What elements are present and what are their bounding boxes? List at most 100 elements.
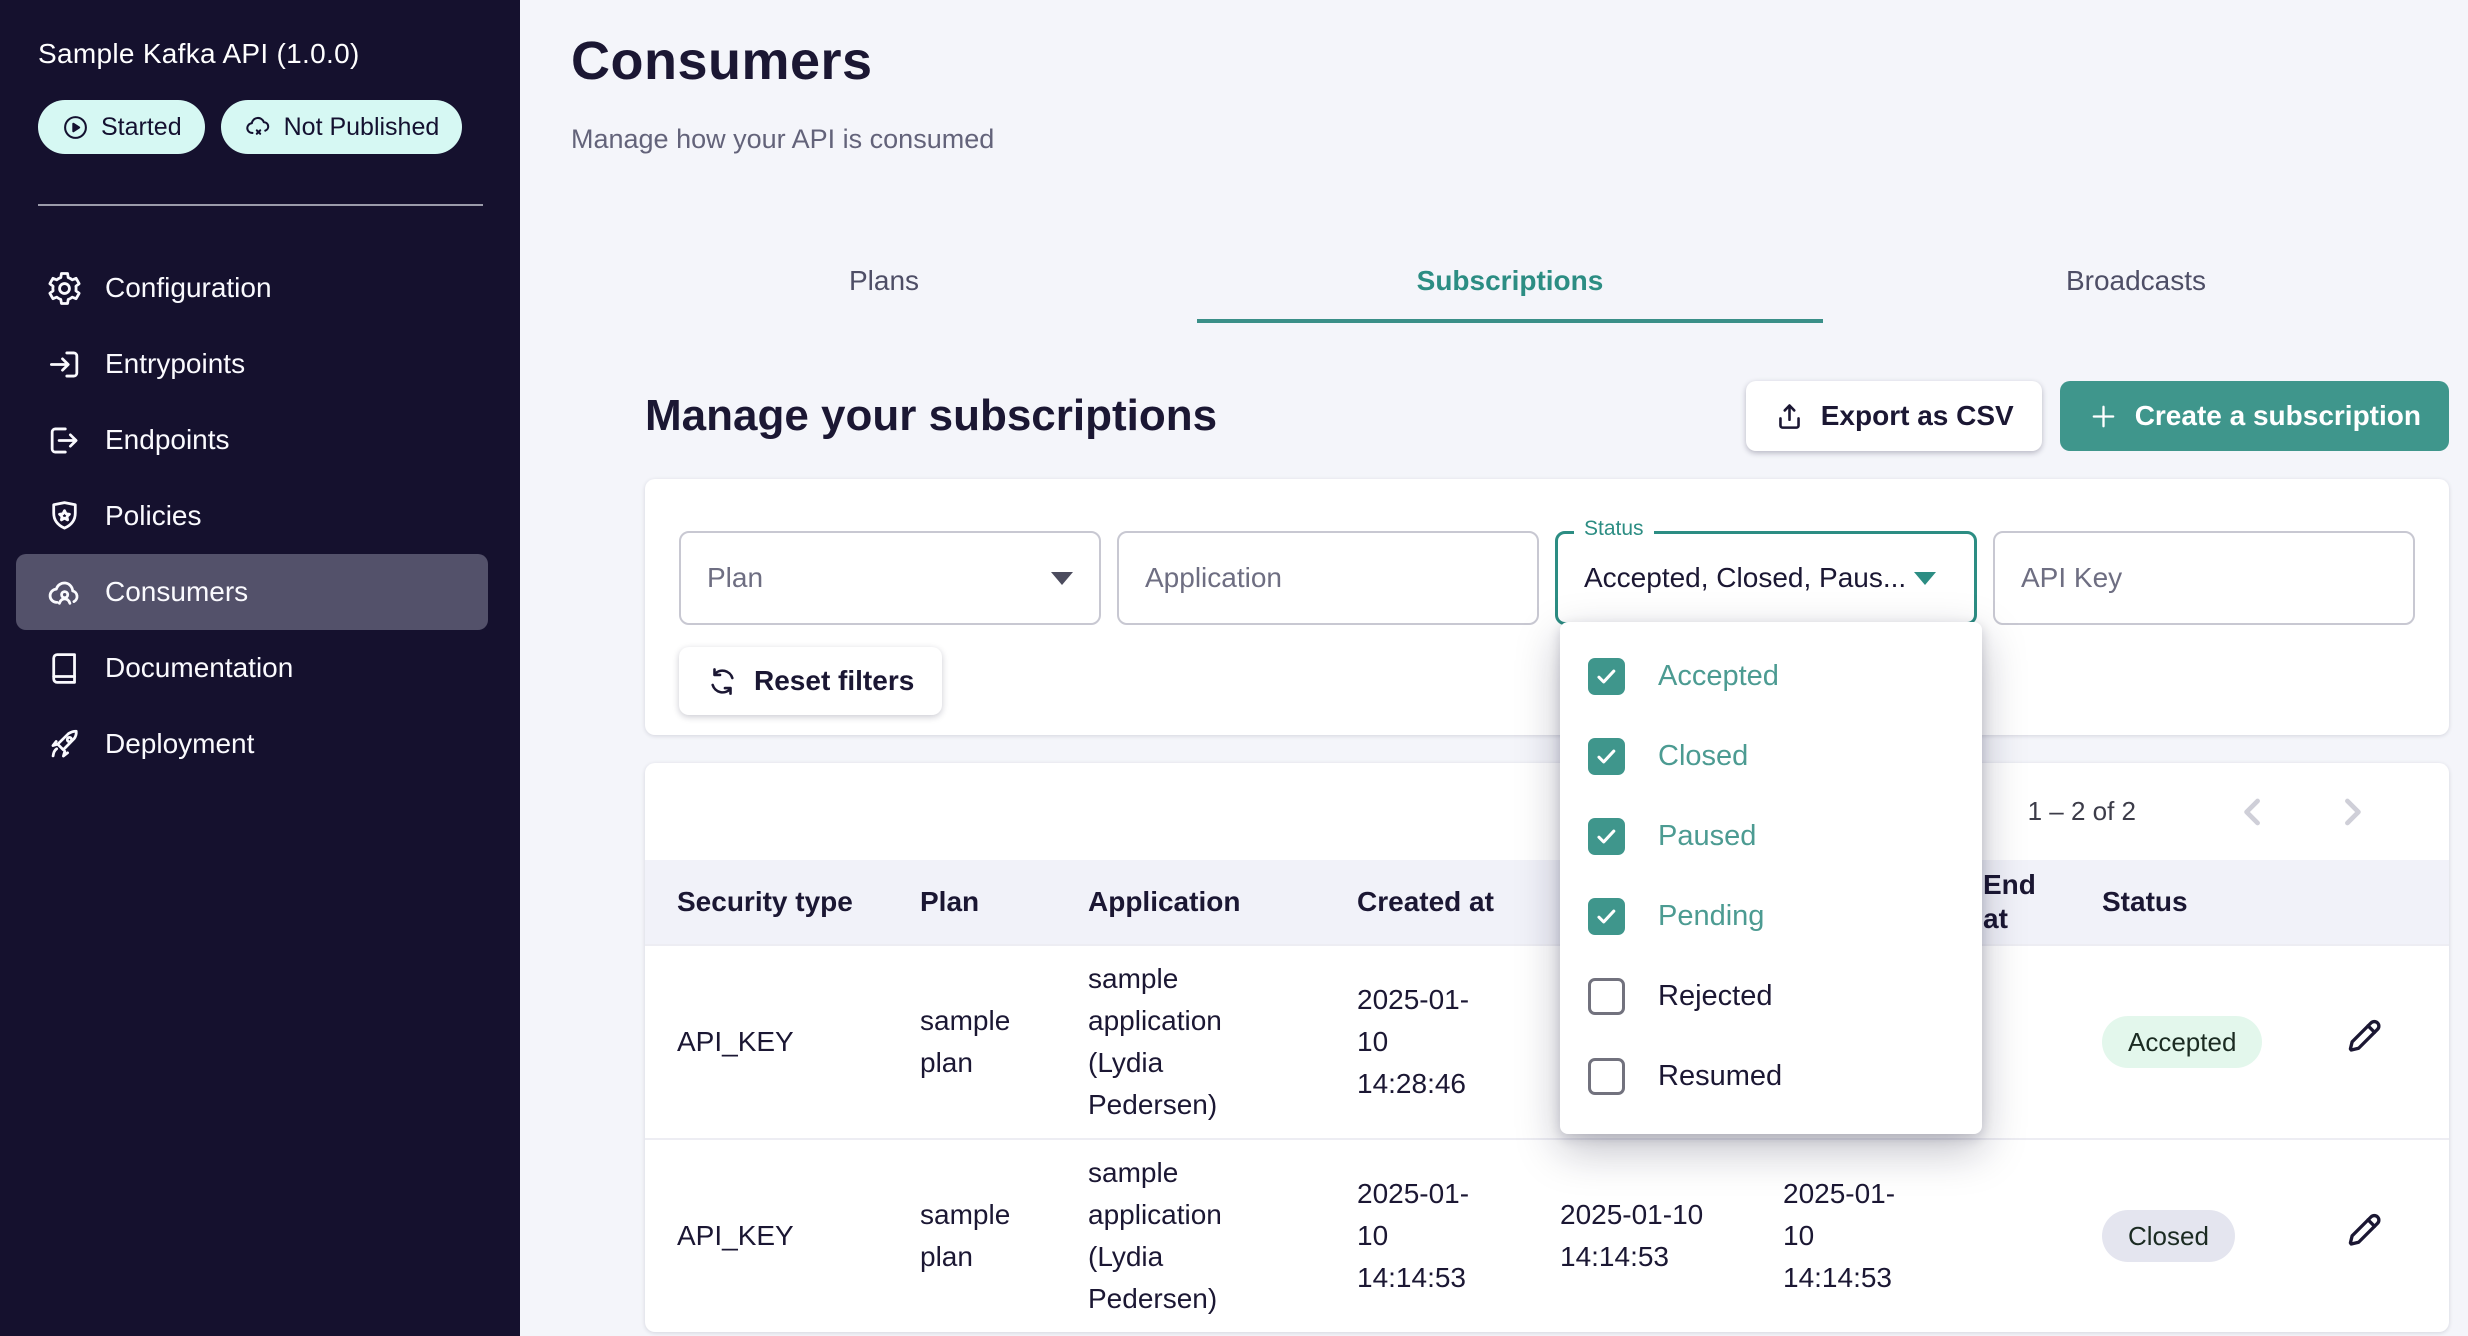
cell-status: Accepted <box>2070 945 2310 1139</box>
checkbox-checked-icon[interactable] <box>1588 898 1625 935</box>
tab-label: Plans <box>849 265 919 296</box>
application-filter-input[interactable] <box>1145 562 1511 594</box>
upload-icon <box>1774 401 1805 432</box>
status-option-rejected[interactable]: Rejected <box>1560 956 1982 1036</box>
status-option-label: Resumed <box>1658 1060 1782 1093</box>
api-title: Sample Kafka API (1.0.0) <box>0 38 520 70</box>
sidebar-item-policies[interactable]: Policies <box>16 478 488 554</box>
sidebar-item-label: Configuration <box>105 272 272 304</box>
not-published-badge: Not Published <box>221 100 463 154</box>
reset-filters-button[interactable]: Reset filters <box>679 647 942 715</box>
api-key-filter-field <box>1993 531 2415 625</box>
sidebar-item-configuration[interactable]: Configuration <box>16 250 488 326</box>
chevron-left-icon <box>2231 790 2275 834</box>
pagination-range: 1 – 2 of 2 <box>2028 796 2136 827</box>
table-row: API_KEYsample plansample application (Ly… <box>645 945 2449 1139</box>
sidebar-item-consumers[interactable]: Consumers <box>16 554 488 630</box>
cell-plan: sample plan <box>888 945 1056 1139</box>
plan-filter-select[interactable]: Plan <box>679 531 1101 625</box>
status-option-paused[interactable]: Paused <box>1560 796 1982 876</box>
status-option-label: Accepted <box>1658 660 1779 693</box>
status-filter-value: Accepted, Closed, Paus... <box>1584 562 1906 594</box>
rocket-icon <box>46 726 83 763</box>
export-csv-button[interactable]: Export as CSV <box>1746 381 2042 451</box>
chevron-down-icon <box>1914 572 1936 585</box>
create-subscription-label: Create a subscription <box>2135 400 2421 432</box>
status-badge: Accepted <box>2102 1016 2262 1068</box>
subscriptions-section: Manage your subscriptions Export as CSV … <box>571 381 2449 1332</box>
status-option-label: Pending <box>1658 900 1764 933</box>
sidebar-item-label: Consumers <box>105 576 248 608</box>
tab-plans[interactable]: Plans <box>571 265 1197 323</box>
status-option-resumed[interactable]: Resumed <box>1560 1036 1982 1116</box>
not-published-badge-label: Not Published <box>284 113 440 142</box>
subscriptions-table-card: 1 – 2 of 2 Security t <box>645 763 2449 1332</box>
reset-filters-label: Reset filters <box>754 665 914 697</box>
tab-broadcasts[interactable]: Broadcasts <box>1823 265 2449 323</box>
status-option-accepted[interactable]: Accepted <box>1560 636 1982 716</box>
cell-created-at: 2025-01-10 14:28:46 <box>1325 945 1528 1139</box>
cloud-user-icon <box>46 574 83 611</box>
sidebar-item-label: Endpoints <box>105 424 230 456</box>
status-badge: Closed <box>2102 1210 2235 1262</box>
sidebar-item-label: Policies <box>105 500 201 532</box>
cell-application: sample application (Lydia Pedersen) <box>1056 1139 1325 1332</box>
application-filter-field <box>1117 531 1539 625</box>
cell-end-at <box>1951 1139 2070 1332</box>
entrypoints-icon <box>46 346 83 383</box>
cell-actions <box>2310 945 2449 1139</box>
checkbox-checked-icon[interactable] <box>1588 738 1625 775</box>
column-header-application: Application <box>1056 860 1325 945</box>
checkbox-unchecked-icon[interactable] <box>1588 978 1625 1015</box>
checkbox-unchecked-icon[interactable] <box>1588 1058 1625 1095</box>
column-header-security-type: Security type <box>645 860 888 945</box>
page-subtitle: Manage how your API is consumed <box>571 124 2449 155</box>
status-option-label: Paused <box>1658 820 1756 853</box>
pencil-icon <box>2342 1209 2384 1251</box>
status-option-label: Closed <box>1658 740 1748 773</box>
column-header-plan: Plan <box>888 860 1056 945</box>
sidebar-item-deployment[interactable]: Deployment <box>16 706 488 782</box>
tab-label: Broadcasts <box>2066 265 2206 296</box>
checkbox-checked-icon[interactable] <box>1588 818 1625 855</box>
page-title: Consumers <box>571 30 2449 92</box>
table-row: API_KEYsample plansample application (Ly… <box>645 1139 2449 1332</box>
pagination: 1 – 2 of 2 <box>645 763 2449 860</box>
sidebar-item-label: Deployment <box>105 728 254 760</box>
book-icon <box>46 650 83 687</box>
cell-status: Closed <box>2070 1139 2310 1332</box>
previous-page-button[interactable] <box>2231 790 2275 834</box>
sidebar-divider <box>38 204 483 206</box>
next-page-button[interactable] <box>2330 790 2374 834</box>
sidebar-nav: Configuration Entrypoints Endpoints Policie… <box>16 250 488 782</box>
sidebar-item-endpoints[interactable]: Endpoints <box>16 402 488 478</box>
status-option-pending[interactable]: Pending <box>1560 876 1982 956</box>
subscriptions-table: Security typePlanApplicationCreated atEn… <box>645 860 2449 1332</box>
cell-created-at: 2025-01-10 14:14:53 <box>1325 1139 1528 1332</box>
gear-icon <box>46 270 83 307</box>
edit-subscription-button[interactable] <box>2342 1209 2384 1251</box>
sidebar-item-entrypoints[interactable]: Entrypoints <box>16 326 488 402</box>
chevron-right-icon <box>2330 790 2374 834</box>
status-option-closed[interactable]: Closed <box>1560 716 1982 796</box>
cell-col6: 2025-01-10 14:14:53 <box>1751 1139 1951 1332</box>
pencil-icon <box>2342 1015 2384 1057</box>
checkbox-checked-icon[interactable] <box>1588 658 1625 695</box>
column-header-status: Status <box>2070 860 2310 945</box>
play-circle-icon <box>61 113 90 142</box>
sidebar-item-documentation[interactable]: Documentation <box>16 630 488 706</box>
create-subscription-button[interactable]: Create a subscription <box>2060 381 2449 451</box>
status-option-label: Rejected <box>1658 980 1772 1013</box>
tab-subscriptions[interactable]: Subscriptions <box>1197 265 1823 323</box>
main-content: Consumers Manage how your API is consume… <box>520 0 2468 1336</box>
sidebar: Sample Kafka API (1.0.0) Started Not Pub… <box>0 0 520 1336</box>
started-badge-label: Started <box>101 113 182 142</box>
table-header-row: Security typePlanApplicationCreated atEn… <box>645 860 2449 945</box>
status-filter-select[interactable]: Status Accepted, Closed, Paus... <box>1555 531 1977 625</box>
section-heading: Manage your subscriptions <box>645 391 1746 441</box>
edit-subscription-button[interactable] <box>2342 1015 2384 1057</box>
cell-security-type: API_KEY <box>645 945 888 1139</box>
filters-panel: Plan Status Accepted, Closed, Paus... <box>645 479 2449 735</box>
api-key-filter-input[interactable] <box>2021 562 2387 594</box>
plan-filter-placeholder: Plan <box>707 562 763 594</box>
